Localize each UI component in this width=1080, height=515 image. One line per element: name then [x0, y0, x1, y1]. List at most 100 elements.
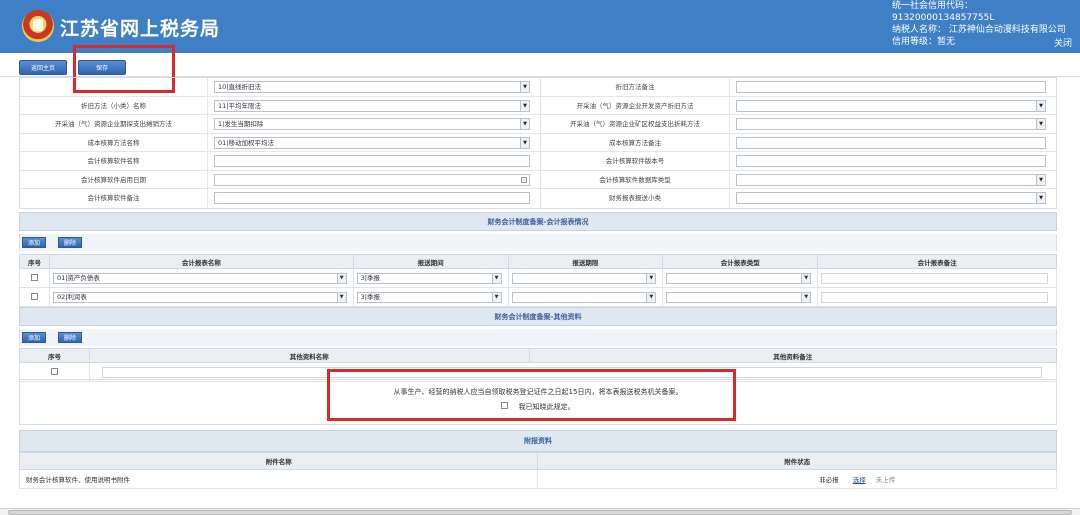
- field-cell: 01|移动加权平均法 ▼: [208, 133, 541, 151]
- report-type-select-cell: ▼: [662, 287, 819, 307]
- horizontal-scrollbar[interactable]: [0, 508, 1080, 515]
- field-label: 会计核算软件数据库类型: [541, 170, 730, 188]
- report-deadline-select[interactable]: ▼: [511, 292, 657, 303]
- ack-label: 我已知晓此规定。: [518, 403, 575, 411]
- report-type-select[interactable]: ▼: [666, 292, 812, 303]
- report-note-input[interactable]: [821, 292, 1048, 303]
- field-label: 会计核算软件备注: [20, 189, 208, 208]
- other-header-cell: 其他资料备注: [528, 348, 1057, 363]
- report-period-select-value: 3|季报: [360, 274, 380, 282]
- ack-checkbox[interactable]: [501, 402, 509, 409]
- field-cell: [208, 170, 541, 188]
- scroll-thumb[interactable]: [8, 510, 1072, 515]
- field-cell: ▼: [730, 171, 1056, 189]
- report-type-select[interactable]: ▼: [666, 273, 812, 284]
- other-section-title: 财务会计制度备案-其他资料: [19, 307, 1057, 326]
- calendar-icon[interactable]: [521, 176, 527, 183]
- field-cell: 1|发生当期扣除 ▼: [208, 115, 541, 133]
- report-delete-button[interactable]: 删除: [58, 237, 83, 248]
- field-cell: [208, 189, 541, 208]
- other-name-input[interactable]: [101, 367, 1042, 378]
- chevron-down-icon: ▼: [491, 274, 501, 283]
- report-period-select[interactable]: 3|季报 ▼: [356, 273, 502, 284]
- field-right-2[interactable]: ▼: [736, 118, 1046, 130]
- notice-ack-row: 我已知晓此规定。: [20, 402, 1056, 412]
- field-label: 成本核算方法名称: [20, 133, 208, 151]
- report-period-select-value: 3|季报: [360, 293, 380, 301]
- report-name-select-value: 01|资产负债表: [56, 274, 100, 282]
- report-period-select-cell: 3|季报 ▼: [352, 287, 509, 307]
- field-right-5[interactable]: ▼: [736, 173, 1046, 186]
- row-checkbox[interactable]: [30, 292, 38, 300]
- report-add-button[interactable]: 添加: [22, 237, 47, 248]
- field-right-4[interactable]: [736, 155, 1046, 167]
- report-name-select[interactable]: 02|利润表 ▼: [52, 292, 347, 303]
- field-right-0[interactable]: [736, 81, 1046, 93]
- report-header-cell: 会计报表备注: [817, 254, 1057, 269]
- field-left-6[interactable]: [214, 192, 530, 204]
- field-left-5[interactable]: [214, 173, 530, 186]
- row-checkbox[interactable]: [30, 273, 38, 281]
- field-left-1[interactable]: 11|平均年限法 ▼: [214, 99, 530, 112]
- notice-box: 从事生产、经营的纳税人应当自领取税务登记证件之日起15日内，将本表报送税务机关备…: [19, 379, 1057, 425]
- field-left-2-value: 1|发生当期扣除: [218, 120, 264, 128]
- field-label: 成本核算方法备注: [541, 133, 730, 151]
- report-deadline-select[interactable]: ▼: [511, 273, 657, 284]
- other-header-cell: 其他资料名称: [88, 348, 530, 363]
- form-row: 折旧方法（小类）名称 11|平均年限法 ▼ 开采油（气）资源企业开发资产折旧方法 ▼: [20, 96, 1056, 115]
- field-left-1-value: 11|平均年限法: [218, 101, 261, 110]
- field-right-3[interactable]: [736, 136, 1046, 149]
- field-label: 开采油（气）资源企业矿区权益支出折耗方法: [541, 115, 730, 133]
- attachments-table: 附件名称 附件状态 财务会计核算软件、使用说明书附件 非必报 选择 未上传: [18, 452, 1057, 489]
- field-label: 会计核算软件版本号: [541, 152, 730, 170]
- field-right-6[interactable]: ▼: [736, 192, 1046, 204]
- select-file-link[interactable]: 选择: [853, 476, 866, 484]
- report-note-input[interactable]: [821, 273, 1048, 284]
- other-delete-button[interactable]: 删除: [58, 332, 83, 343]
- chevron-down-icon: ▼: [1036, 119, 1045, 129]
- main-toolbar: 返回主页 保存: [0, 53, 1080, 77]
- report-deadline-select-cell: ▼: [507, 268, 664, 288]
- credit-level: 信用等级：暂无: [892, 37, 956, 47]
- chevron-down-icon: ▼: [520, 137, 529, 148]
- field-left-3[interactable]: 01|移动加权平均法 ▼: [214, 136, 530, 149]
- tax-emblem-logo: [22, 10, 54, 42]
- report-period-select[interactable]: 3|季报 ▼: [356, 292, 502, 303]
- field-left-3-value: 01|移动加权平均法: [218, 138, 274, 147]
- field-cell: 10|直线折旧法 ▼: [208, 78, 541, 96]
- attach-header-cell: 附件名称: [18, 452, 539, 470]
- chevron-down-icon: ▼: [336, 274, 346, 283]
- save-button[interactable]: 保存: [78, 60, 126, 75]
- home-button[interactable]: 返回主页: [19, 60, 67, 75]
- form-row: 开采油（气）资源企业期探支出摊销方法 1|发生当期扣除 ▼ 开采油（气）资源企业矿区权…: [20, 115, 1056, 134]
- field-label: 会计核算软件启用日期: [20, 170, 208, 188]
- other-table: 序号 其他资料名称 其他资料备注: [19, 348, 1058, 382]
- field-right-1[interactable]: ▼: [736, 99, 1046, 112]
- field-left-0[interactable]: 10|直线折旧法 ▼: [214, 81, 530, 93]
- chevron-down-icon: ▼: [491, 293, 501, 302]
- attach-header-row: 附件名称 附件状态: [18, 452, 1057, 470]
- row-checkbox[interactable]: [50, 367, 58, 375]
- chevron-down-icon: ▼: [646, 274, 656, 283]
- report-section-title: 财务会计制度备案-会计报表情况: [19, 212, 1057, 231]
- report-table: 序号 会计报表名称 报送期间 报送期限 会计报表类型 会计报表备注 01|资产负债表 ▼ 3|季…: [19, 254, 1057, 307]
- table-row: 01|资产负债表 ▼ 3|季报 ▼ ▼ ▼: [19, 268, 1057, 288]
- close-link[interactable]: 关闭: [1054, 36, 1072, 49]
- form-row: 会计核算软件启用日期 会计核算软件数据库类型 ▼: [20, 170, 1056, 189]
- table-row: 财务会计核算软件、使用说明书附件 非必报 选择 未上传: [18, 469, 1057, 489]
- other-header-row: 序号 其他资料名称 其他资料备注: [19, 348, 1057, 363]
- form-row: 会计核算软件名称 会计核算软件版本号: [20, 152, 1056, 171]
- report-header-cell: 报送期限: [507, 254, 664, 269]
- field-cell: 11|平均年限法 ▼: [208, 96, 541, 114]
- other-add-button[interactable]: 添加: [22, 332, 47, 343]
- field-left-4[interactable]: [214, 155, 530, 167]
- field-left-2[interactable]: 1|发生当期扣除 ▼: [214, 118, 530, 130]
- chevron-down-icon: ▼: [520, 100, 529, 111]
- taxpayer-name: 纳税人名称： 江苏神仙合动漫科技有限公司: [892, 25, 1066, 35]
- report-name-select[interactable]: 01|资产负债表 ▼: [52, 273, 347, 284]
- report-name-select-cell: 02|利润表 ▼: [48, 287, 354, 307]
- report-deadline-select-cell: ▼: [507, 287, 664, 307]
- attach-header-cell: 附件状态: [537, 452, 1057, 470]
- report-header-cell: 报送期间: [352, 254, 509, 269]
- report-toolbar: 添加 删除: [19, 234, 1057, 251]
